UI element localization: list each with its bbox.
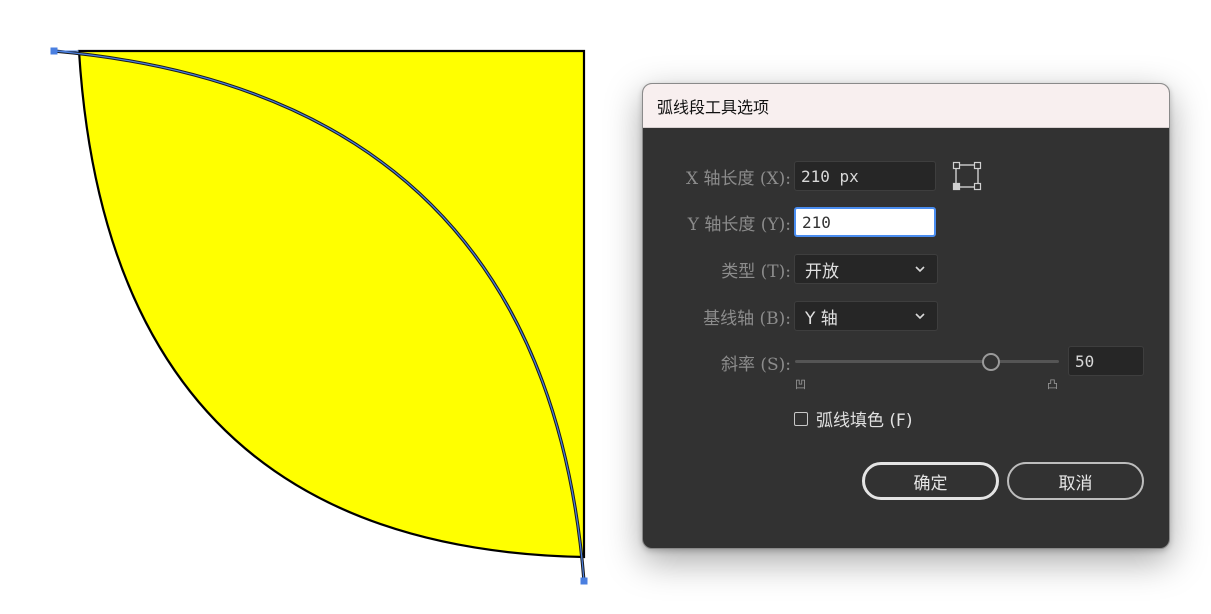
fill-arc-label: 弧线填色 (F) (816, 411, 913, 431)
dialog-title-bar[interactable]: 弧线段工具选项 (643, 84, 1169, 128)
slope-value: 50 (1075, 351, 1095, 371)
x-axis-length-row: X 轴长度 (X): 210 px (643, 160, 1169, 192)
artboard-canvas[interactable] (0, 0, 640, 614)
y-axis-length-value: 210 (802, 212, 831, 232)
fill-arc-option[interactable]: 弧线填色 (F) (794, 406, 912, 431)
anchor-point-end[interactable] (580, 577, 588, 585)
slope-slider[interactable] (795, 353, 1059, 371)
fill-arc-checkbox[interactable] (794, 411, 808, 426)
ok-button[interactable]: 确定 (862, 462, 999, 500)
type-select[interactable]: 开放 (794, 254, 938, 284)
arc-tool-options-dialog: 弧线段工具选项 X 轴长度 (X): 210 px Y 轴长度 (Y): 210… (642, 83, 1170, 549)
x-axis-length-input[interactable]: 210 px (794, 161, 936, 191)
chevron-down-icon (915, 266, 925, 273)
anchor-point-start[interactable] (50, 47, 58, 55)
type-label: 类型 (T): (721, 261, 791, 282)
cancel-button[interactable]: 取消 (1007, 462, 1144, 500)
y-axis-length-label: Y 轴长度 (Y): (687, 214, 791, 235)
slope-label: 斜率 (S): (720, 354, 791, 375)
dialog-title: 弧线段工具选项 (657, 97, 770, 117)
x-axis-length-label: X 轴长度 (X): (685, 168, 791, 189)
y-axis-length-row: Y 轴长度 (Y): 210 (643, 206, 1169, 238)
slope-input[interactable]: 50 (1068, 346, 1144, 376)
base-axis-select[interactable]: Y 轴 (794, 301, 938, 331)
chevron-down-icon (915, 313, 925, 320)
base-axis-row: 基线轴 (B): Y 轴 (643, 300, 1169, 332)
y-axis-length-input[interactable]: 210 (794, 207, 936, 237)
base-axis-label: 基线轴 (B): (703, 308, 791, 329)
base-axis-selected-value: Y 轴 (805, 308, 838, 329)
type-row: 类型 (T): 开放 (643, 253, 1169, 285)
slope-min-label: 凹 (795, 378, 806, 391)
slope-max-label: 凸 (1047, 378, 1058, 391)
type-selected-value: 开放 (805, 261, 839, 282)
reference-point-icon[interactable] (952, 161, 982, 191)
x-axis-length-value: 210 px (801, 166, 859, 186)
